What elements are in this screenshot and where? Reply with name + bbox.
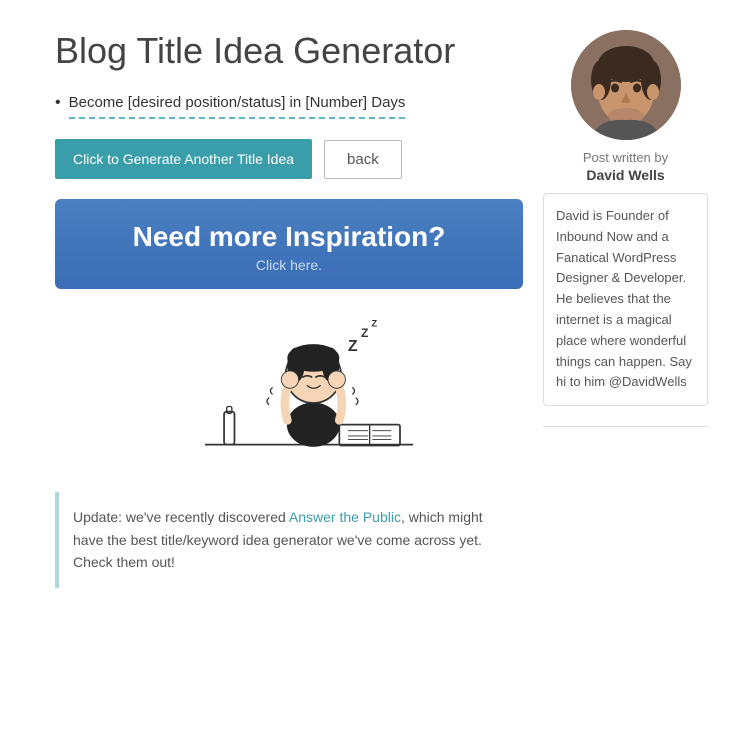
title-result-item: • Become [desired position/status] in [N…	[55, 92, 523, 119]
inspiration-banner[interactable]: Need more Inspiration? Click here.	[55, 199, 523, 289]
update-notice: Update: we've recently discovered Answer…	[55, 492, 523, 587]
update-text-before-link: Update: we've recently discovered	[73, 509, 289, 525]
page-title: Blog Title Idea Generator	[55, 30, 523, 72]
svg-text:Z: Z	[348, 338, 358, 355]
back-button[interactable]: back	[324, 140, 402, 179]
author-bio: David is Founder of Inbound Now and a Fa…	[543, 193, 708, 406]
sidebar-divider	[543, 426, 708, 427]
person-illustration: Z Z Z	[139, 289, 439, 482]
post-written-by-label: Post written by	[543, 150, 708, 165]
action-buttons-row: Click to Generate Another Title Idea bac…	[55, 139, 523, 179]
author-avatar	[571, 30, 681, 140]
inspiration-sub-text: Click here.	[75, 257, 503, 273]
inspiration-main-text: Need more Inspiration?	[75, 221, 503, 253]
author-name: David Wells	[543, 167, 708, 183]
sidebar: Post written by David Wells David is Fou…	[543, 30, 708, 588]
answer-the-public-link[interactable]: Answer the Public	[289, 509, 401, 525]
generate-button[interactable]: Click to Generate Another Title Idea	[55, 139, 312, 179]
main-content: Blog Title Idea Generator • Become [desi…	[55, 30, 523, 588]
author-bio-text: David is Founder of Inbound Now and a Fa…	[556, 208, 692, 389]
svg-text:Z: Z	[371, 319, 377, 330]
generated-title-text: Become [desired position/status] in [Num…	[69, 92, 406, 119]
bullet-dot: •	[55, 92, 61, 114]
svg-text:Z: Z	[361, 326, 369, 340]
